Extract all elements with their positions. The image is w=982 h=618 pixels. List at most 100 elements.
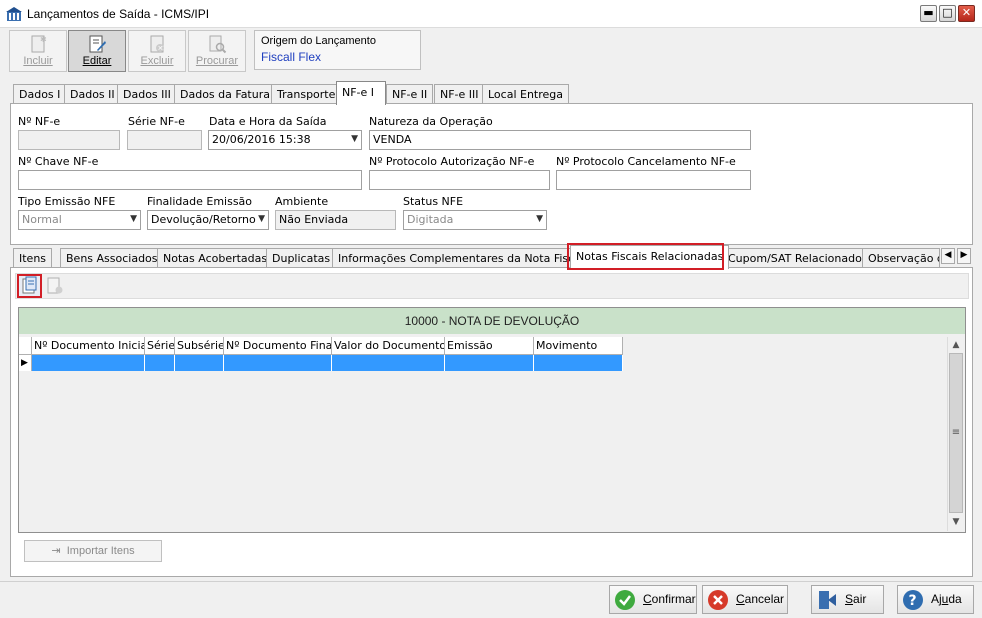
tab-itens[interactable]: Itens: [13, 248, 53, 268]
chevron-down-icon: ▼: [351, 134, 358, 144]
ambiente-field[interactable]: Não Enviada: [275, 210, 396, 230]
tab-nfe-iii[interactable]: NF-e III: [434, 84, 485, 104]
cancelar-label: ancelar: [744, 592, 785, 606]
incluir-button[interactable]: ✱ Incluir: [9, 30, 67, 72]
status-combo[interactable]: Digitada ▼: [403, 210, 547, 230]
new-document-icon: ✱: [31, 35, 47, 53]
svg-text:✕: ✕: [158, 46, 164, 53]
excluir-button[interactable]: ✕ Excluir: [128, 30, 186, 72]
table-row-cell[interactable]: [145, 355, 175, 371]
table-row-cell[interactable]: [534, 355, 623, 371]
chave-field[interactable]: [18, 170, 362, 190]
tab-nfe-ii[interactable]: NF-e II: [386, 84, 434, 104]
col-doc-final[interactable]: Nº Documento Final: [224, 337, 332, 355]
tab-observacao[interactable]: Observação de: [862, 248, 940, 268]
grid-toolbar: [15, 273, 969, 299]
confirmar-button[interactable]: Confirmar: [609, 585, 697, 614]
scroll-thumb[interactable]: ≡: [949, 353, 963, 513]
status-value: Digitada: [407, 213, 454, 226]
finalidade-combo[interactable]: Devolução/Retorno ▼: [147, 210, 269, 230]
tab-bens-associados[interactable]: Bens Associados: [60, 248, 164, 268]
tab-cupom-sat-relacionados[interactable]: Cupom/SAT Relacionados: [722, 248, 874, 268]
procurar-button[interactable]: Procurar: [188, 30, 246, 72]
tab-transporte[interactable]: Transporte: [271, 84, 342, 104]
tab-local-entrega[interactable]: Local Entrega: [482, 84, 570, 104]
row-indicator-icon: ▶: [19, 355, 32, 371]
tab-scroll-left-icon[interactable]: ◀: [941, 248, 955, 264]
ajuda-button[interactable]: ? Ajuda: [897, 585, 974, 614]
building-icon: [6, 7, 22, 21]
chevron-down-icon: ▼: [130, 214, 137, 224]
sair-label: air: [853, 592, 867, 606]
incluir-label: Incluir: [23, 55, 53, 67]
close-button[interactable]: ✕: [958, 5, 975, 22]
data-hora-combo[interactable]: 20/06/2016 15:38 ▼: [208, 130, 362, 150]
exit-door-icon: [819, 591, 836, 609]
table-row-cell[interactable]: [175, 355, 224, 371]
natureza-label: Natureza da Operação: [369, 115, 493, 128]
scroll-down-icon[interactable]: ▼: [949, 515, 963, 529]
col-subserie[interactable]: Subsérie: [175, 337, 224, 355]
minimize-button[interactable]: ▬: [920, 5, 937, 22]
remove-document-button[interactable]: [45, 276, 65, 296]
data-hora-value: 20/06/2016 15:38: [212, 133, 311, 146]
add-document-button[interactable]: [17, 274, 42, 298]
editar-button[interactable]: Editar: [68, 30, 126, 72]
excluir-label: Excluir: [140, 55, 174, 67]
protocolo-canc-field[interactable]: [556, 170, 751, 190]
add-document-icon: [22, 276, 37, 294]
tab-dados-i[interactable]: Dados I: [13, 84, 67, 104]
scroll-up-icon[interactable]: ▲: [949, 338, 963, 352]
finalidade-value: Devolução/Retorno: [151, 213, 256, 226]
tipo-emissao-label: Tipo Emissão NFE: [18, 195, 116, 208]
tab-dados-da-fatura[interactable]: Dados da Fatura: [174, 84, 276, 104]
serie-label: Série NF-e: [128, 115, 185, 128]
title-bar: Lançamentos de Saída - ICMS/IPI ▬ □ ✕: [0, 0, 982, 28]
search-document-icon: [209, 35, 227, 54]
status-label: Status NFE: [403, 195, 464, 208]
col-movimento[interactable]: Movimento: [534, 337, 623, 355]
remove-document-icon: [47, 277, 63, 294]
procurar-label: Procurar: [195, 55, 239, 67]
grid-group-header: 10000 - NOTA DE DEVOLUÇÃO: [19, 308, 965, 334]
tab-notas-acobertadas[interactable]: Notas Acobertadas: [157, 248, 274, 268]
tab-scroll-right-icon[interactable]: ▶: [957, 248, 971, 264]
svg-text:✱: ✱: [40, 35, 47, 44]
nf-field[interactable]: [18, 130, 120, 150]
table-row-cell[interactable]: [332, 355, 445, 371]
serie-field[interactable]: [127, 130, 202, 150]
col-emissao[interactable]: Emissão: [445, 337, 534, 355]
sair-button[interactable]: Sair: [811, 585, 884, 614]
importar-itens-button[interactable]: ⇥ Importar Itens: [24, 540, 162, 562]
table-row-cell[interactable]: [32, 355, 145, 371]
grid-vertical-scrollbar[interactable]: ▲ ≡ ▼: [947, 337, 964, 531]
chevron-down-icon: ▼: [258, 214, 265, 224]
help-icon: ?: [903, 590, 923, 610]
col-doc-inicial[interactable]: Nº Documento Inicial: [32, 337, 145, 355]
tab-informacoes-complementares[interactable]: Informações Complementares da Nota Fisca…: [332, 248, 590, 268]
natureza-field[interactable]: VENDA: [369, 130, 751, 150]
cancelar-button[interactable]: Cancelar: [702, 585, 788, 614]
footer-divider: [0, 581, 982, 582]
table-row-cell[interactable]: [224, 355, 332, 371]
tab-nfe-i[interactable]: NF-e I: [336, 81, 386, 105]
origin-box: Origem do Lançamento Fiscall Flex: [254, 30, 421, 70]
check-icon: [615, 590, 635, 610]
confirmar-mnemonic: C: [643, 592, 652, 606]
tipo-emissao-combo[interactable]: Normal ▼: [18, 210, 141, 230]
tab-highlight: [567, 243, 724, 270]
data-hora-label: Data e Hora da Saída: [209, 115, 327, 128]
ajuda-prefix: Aj: [931, 592, 942, 606]
tab-duplicatas[interactable]: Duplicatas: [266, 248, 337, 268]
origin-value: Fiscall Flex: [261, 50, 322, 64]
ambiente-label: Ambiente: [275, 195, 329, 208]
nf-label: Nº NF-e: [18, 115, 61, 128]
col-serie[interactable]: Série: [145, 337, 175, 355]
protocolo-aut-field[interactable]: [369, 170, 550, 190]
tab-dados-ii[interactable]: Dados II: [64, 84, 121, 104]
col-valor[interactable]: Valor do Documento: [332, 337, 445, 355]
maximize-button[interactable]: □: [939, 5, 956, 22]
table-row-cell[interactable]: [445, 355, 534, 371]
tab-dados-iii[interactable]: Dados III: [117, 84, 177, 104]
cancel-icon: [708, 590, 728, 610]
